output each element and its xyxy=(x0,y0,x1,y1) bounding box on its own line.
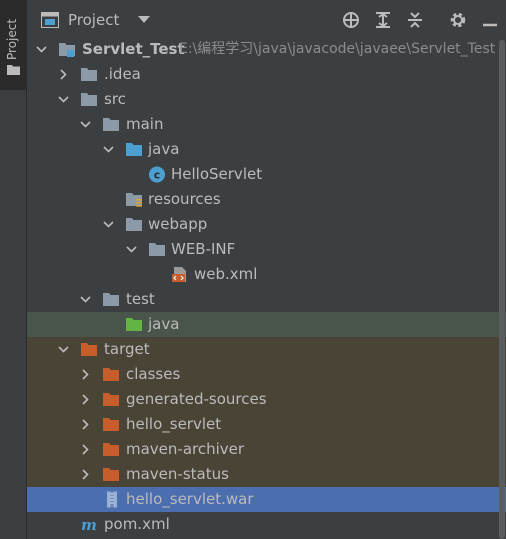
locate-icon[interactable] xyxy=(341,10,361,30)
vertical-scrollbar[interactable] xyxy=(498,40,506,539)
chevron-down-icon[interactable] xyxy=(126,244,137,255)
tree-item-label: target xyxy=(104,340,150,358)
java-class-icon: c xyxy=(149,166,165,183)
chevron-down-icon[interactable] xyxy=(58,94,69,105)
project-tool-tab-label: Project xyxy=(5,18,19,60)
folder-icon xyxy=(81,68,97,81)
source-folder-icon xyxy=(126,143,142,156)
tree-item-label: pom.xml xyxy=(104,515,170,533)
excluded-folder-icon xyxy=(103,393,119,406)
tree-item-label: hello_servlet.war xyxy=(126,490,254,508)
tree-item-label: generated-sources xyxy=(126,390,267,408)
tree-row-hello-servlet-war[interactable]: hello_servlet.war xyxy=(27,487,506,512)
project-tool-tab[interactable]: Project xyxy=(0,0,26,90)
gear-icon[interactable] xyxy=(448,10,468,30)
chevron-down-icon[interactable] xyxy=(103,219,114,230)
hide-icon[interactable] xyxy=(480,10,500,30)
project-name: Servlet_Test xyxy=(82,40,185,58)
tree-item-label: WEB-INF xyxy=(171,240,236,258)
tool-window-strip: Project xyxy=(0,0,27,539)
tree-row-test[interactable]: test xyxy=(27,287,506,312)
tree-row-web-xml[interactable]: web.xml xyxy=(27,262,506,287)
chevron-right-icon[interactable] xyxy=(58,69,69,80)
tool-window-header: Project xyxy=(27,0,506,41)
view-title: Project xyxy=(68,11,120,29)
tree-row-java-source[interactable]: java xyxy=(27,137,506,162)
project-path: E:\编程学习\java\javacode\javaee\Servlet_Tes… xyxy=(179,41,496,57)
excluded-folder-icon xyxy=(103,443,119,456)
chevron-right-icon[interactable] xyxy=(80,369,91,380)
tree-item-label: maven-archiver xyxy=(126,440,245,458)
chevron-down-icon[interactable] xyxy=(80,294,91,305)
tree-row-helloservlet[interactable]: c HelloServlet xyxy=(27,162,506,187)
tree-row-web-inf[interactable]: WEB-INF xyxy=(27,237,506,262)
expand-all-icon[interactable] xyxy=(373,10,393,30)
folder-icon xyxy=(81,93,97,106)
chevron-right-icon[interactable] xyxy=(80,469,91,480)
chevron-down-icon[interactable] xyxy=(138,16,150,24)
tree-row-webapp[interactable]: webapp xyxy=(27,212,506,237)
tree-item-label: java xyxy=(148,315,180,333)
tree-item-label: .idea xyxy=(104,65,141,83)
tree-item-label: src xyxy=(104,90,126,108)
folder-icon xyxy=(103,118,119,131)
maven-icon: m xyxy=(81,516,97,533)
folder-icon xyxy=(149,243,165,256)
project-tree: Servlet_Test E:\编程学习\java\javacode\javae… xyxy=(27,37,506,539)
chevron-down-icon[interactable] xyxy=(58,344,69,355)
tree-item-label: main xyxy=(126,115,164,133)
collapse-all-icon[interactable] xyxy=(405,10,425,30)
tree-item-label: maven-status xyxy=(126,465,229,483)
tree-row-hello-servlet[interactable]: hello_servlet xyxy=(27,412,506,437)
tree-row-main[interactable]: main xyxy=(27,112,506,137)
chevron-right-icon[interactable] xyxy=(80,444,91,455)
test-folder-icon xyxy=(126,318,142,331)
tree-item-label: classes xyxy=(126,365,181,383)
archive-file-icon xyxy=(107,491,117,508)
tree-row-target[interactable]: target xyxy=(27,337,506,362)
excluded-folder-icon xyxy=(103,418,119,431)
chevron-right-icon[interactable] xyxy=(80,419,91,430)
tree-row-project-root[interactable]: Servlet_Test E:\编程学习\java\javacode\javae… xyxy=(27,37,506,62)
excluded-folder-icon xyxy=(81,343,97,356)
module-folder-icon xyxy=(59,43,75,57)
chevron-right-icon[interactable] xyxy=(80,394,91,405)
excluded-folder-icon xyxy=(103,368,119,381)
resources-folder-icon xyxy=(126,193,142,207)
tree-row-src[interactable]: src xyxy=(27,87,506,112)
tree-item-label: web.xml xyxy=(194,265,258,283)
tree-item-label: test xyxy=(126,290,155,308)
tree-row-classes[interactable]: classes xyxy=(27,362,506,387)
tree-row-maven-status[interactable]: maven-status xyxy=(27,462,506,487)
tree-item-label: hello_servlet xyxy=(126,415,222,433)
tree-row-maven-archiver[interactable]: maven-archiver xyxy=(27,437,506,462)
tree-item-label: java xyxy=(148,140,180,158)
tree-row-generated-sources[interactable]: generated-sources xyxy=(27,387,506,412)
folder-icon xyxy=(7,65,20,75)
tree-row-java-test[interactable]: java xyxy=(27,312,506,337)
tree-item-label: resources xyxy=(148,190,221,208)
folder-icon xyxy=(126,218,142,231)
tree-item-label: webapp xyxy=(148,215,208,233)
svg-text:c: c xyxy=(154,169,161,182)
svg-text:m: m xyxy=(81,516,97,533)
chevron-down-icon[interactable] xyxy=(36,44,47,55)
tree-row-idea[interactable]: .idea xyxy=(27,62,506,87)
xml-file-icon xyxy=(172,267,186,282)
tree-row-resources[interactable]: resources xyxy=(27,187,506,212)
chevron-down-icon[interactable] xyxy=(80,119,91,130)
project-view-icon xyxy=(41,12,59,28)
chevron-down-icon[interactable] xyxy=(103,144,114,155)
excluded-folder-icon xyxy=(103,468,119,481)
tree-item-label: HelloServlet xyxy=(171,165,263,183)
folder-icon xyxy=(103,293,119,306)
tree-row-pom-xml[interactable]: m pom.xml xyxy=(27,512,506,537)
